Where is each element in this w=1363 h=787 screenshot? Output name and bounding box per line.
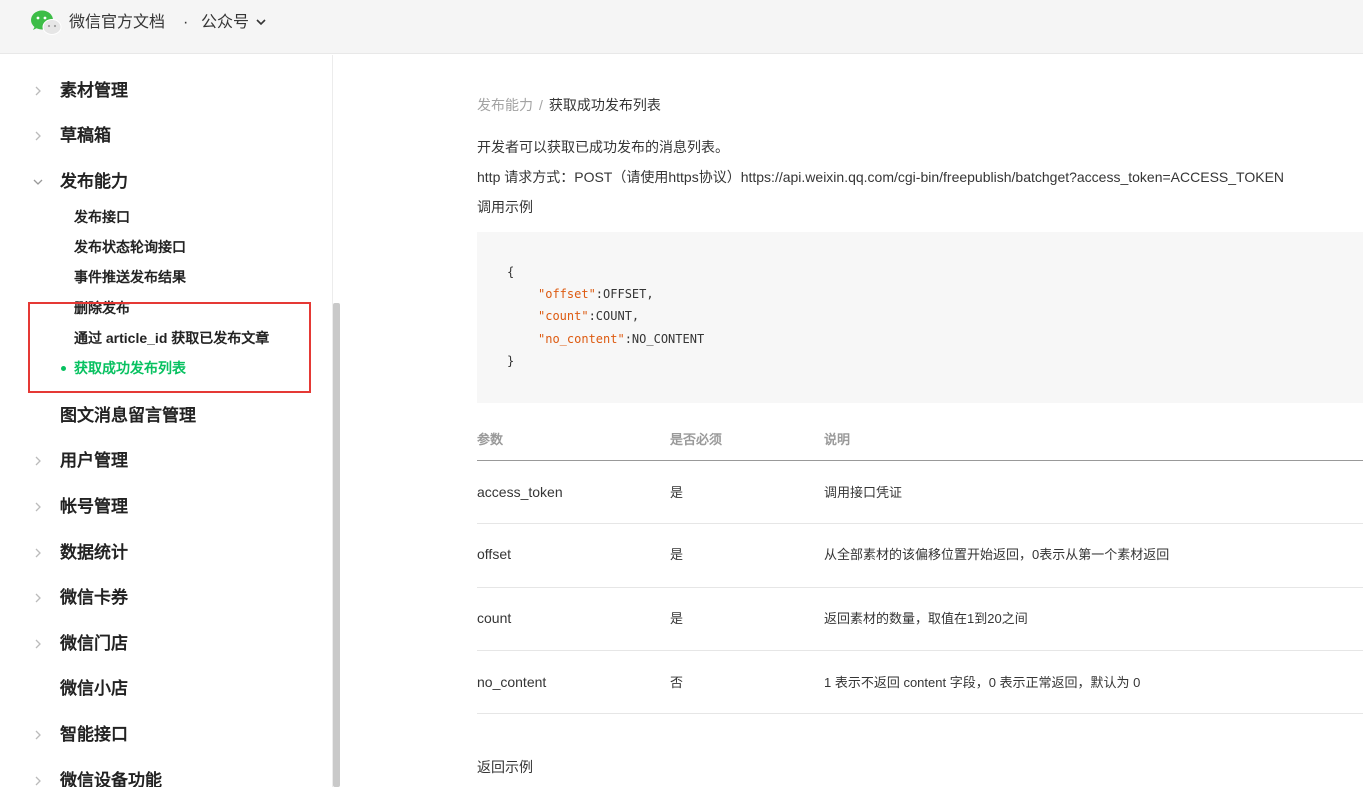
table-cell-param: no_content bbox=[477, 674, 547, 690]
sidebar-item-publish[interactable]: 发布能力 bbox=[0, 167, 320, 197]
breadcrumb: 发布能力 / 获取成功发布列表 bbox=[477, 96, 661, 114]
table-row-divider bbox=[477, 713, 1363, 714]
main-content: 发布能力 / 获取成功发布列表 开发者可以获取已成功发布的消息列表。 http 请求… bbox=[341, 55, 1363, 787]
code-key: "no_content" bbox=[538, 332, 625, 346]
sidebar-item-label: 帐号管理 bbox=[60, 497, 128, 516]
code-value: :NO_CONTENT bbox=[624, 332, 705, 346]
sidebar-item-drafts[interactable]: 草稿箱 bbox=[0, 121, 320, 151]
chevron-right-icon bbox=[35, 86, 41, 96]
sidebar-subitem-batchget[interactable]: 获取成功发布列表 bbox=[74, 358, 186, 378]
call-example-label: 调用示例 bbox=[477, 199, 533, 215]
sidebar-item-cards[interactable]: 微信卡券 bbox=[0, 583, 320, 613]
code-key: "count" bbox=[538, 309, 589, 323]
table-row-divider bbox=[477, 523, 1363, 524]
code-line: "no_content":NO_CONTENT bbox=[538, 331, 704, 347]
sidebar-item-statistics[interactable]: 数据统计 bbox=[0, 538, 320, 568]
active-bullet bbox=[61, 366, 66, 371]
table-cell-required: 否 bbox=[670, 675, 684, 690]
sidebar-subitem-publish-event[interactable]: 事件推送发布结果 bbox=[74, 267, 186, 287]
sidebar-item-label: 数据统计 bbox=[60, 543, 128, 562]
table-cell-required: 是 bbox=[670, 485, 684, 500]
table-cell-required: 是 bbox=[670, 611, 684, 626]
sidebar-item-label: 用户管理 bbox=[60, 451, 128, 470]
sidebar-item-devices[interactable]: 微信设备功能 bbox=[0, 766, 320, 787]
request-code-block: { "offset":OFFSET, "count":COUNT, "no_co… bbox=[477, 232, 1363, 403]
sidebar-item-label: 微信门店 bbox=[60, 634, 128, 653]
sidebar-item-smart-api[interactable]: 智能接口 bbox=[0, 720, 320, 750]
sidebar-subitem-publish-api[interactable]: 发布接口 bbox=[74, 207, 130, 227]
sidebar-item-label: 发布能力 bbox=[60, 172, 128, 191]
chevron-right-icon bbox=[35, 730, 41, 740]
breadcrumb-current: 获取成功发布列表 bbox=[548, 97, 661, 113]
chevron-right-icon bbox=[35, 776, 41, 786]
header-separator: · bbox=[183, 14, 189, 31]
sidebar-item-stores[interactable]: 微信门店 bbox=[0, 629, 320, 659]
brand-title[interactable]: 微信官方文档 bbox=[69, 13, 165, 33]
sidebar-subitem-get-article[interactable]: 通过 article_id 获取已发布文章 bbox=[74, 328, 269, 348]
table-header-desc: 说明 bbox=[824, 432, 851, 447]
sidebar-nav: 素材管理 草稿箱 发布能力 发布接口 发布状态轮询接口 事件推送发布结果 删除发… bbox=[0, 55, 333, 787]
sidebar-item-comments[interactable]: 图文消息留言管理 bbox=[0, 401, 320, 431]
code-brace-close: } bbox=[507, 354, 515, 368]
breadcrumb-parent-link[interactable]: 发布能力 bbox=[477, 97, 533, 113]
code-value: :OFFSET, bbox=[595, 287, 654, 301]
chevron-right-icon bbox=[35, 548, 41, 558]
sidebar-item-label: 素材管理 bbox=[60, 81, 128, 100]
code-brace-open: { bbox=[507, 265, 515, 279]
table-header-required: 是否必须 bbox=[670, 432, 723, 447]
sidebar-item-shop[interactable]: 微信小店 bbox=[0, 674, 320, 704]
wechat-logo-icon[interactable] bbox=[30, 9, 62, 37]
sidebar-item-label: 草稿箱 bbox=[60, 126, 111, 145]
chevron-right-icon bbox=[35, 593, 41, 603]
table-cell-desc: 1 表示不返回 content 字段，0 表示正常返回，默认为 0 bbox=[824, 675, 1141, 690]
table-cell-param: count bbox=[477, 610, 512, 626]
table-row-divider bbox=[477, 587, 1363, 588]
table-cell-param: offset bbox=[477, 546, 511, 562]
code-value: :COUNT, bbox=[588, 309, 640, 323]
chevron-down-icon bbox=[33, 179, 43, 185]
chevron-right-icon bbox=[35, 456, 41, 466]
sidebar-item-label: 微信小店 bbox=[60, 679, 128, 698]
table-cell-required: 是 bbox=[670, 547, 684, 562]
sidebar-item-users[interactable]: 用户管理 bbox=[0, 446, 320, 476]
table-cell-desc: 返回素材的数量，取值在1到20之间 bbox=[824, 611, 1028, 626]
sidebar-item-label: 微信设备功能 bbox=[60, 771, 162, 787]
table-header-divider bbox=[477, 460, 1363, 461]
sidebar-scrollbar[interactable] bbox=[333, 303, 340, 787]
sidebar-item-label: 微信卡券 bbox=[60, 588, 128, 607]
breadcrumb-separator: / bbox=[539, 97, 543, 113]
chevron-right-icon bbox=[35, 639, 41, 649]
table-cell-desc: 从全部素材的该偏移位置开始返回，0表示从第一个素材返回 bbox=[824, 547, 1170, 562]
sidebar-item-account[interactable]: 帐号管理 bbox=[0, 492, 320, 522]
sidebar-item-label: 图文消息留言管理 bbox=[60, 406, 196, 425]
sidebar-item-material[interactable]: 素材管理 bbox=[0, 76, 320, 106]
sidebar-subitem-publish-status[interactable]: 发布状态轮询接口 bbox=[74, 237, 186, 257]
table-row-divider bbox=[477, 650, 1363, 651]
return-example-label: 返回示例 bbox=[477, 759, 533, 775]
intro-text: 开发者可以获取已成功发布的消息列表。 bbox=[477, 139, 729, 155]
table-cell-param: access_token bbox=[477, 484, 563, 500]
sidebar-subitem-delete-publish[interactable]: 删除发布 bbox=[74, 298, 130, 318]
code-line: "offset":OFFSET, bbox=[538, 286, 654, 302]
product-switcher[interactable]: 公众号 bbox=[201, 13, 249, 33]
http-request-line: http 请求方式：POST（请使用https协议）https://api.we… bbox=[477, 169, 1285, 185]
code-line: "count":COUNT, bbox=[538, 308, 639, 324]
table-cell-desc: 调用接口凭证 bbox=[824, 485, 903, 500]
chevron-down-icon[interactable] bbox=[255, 16, 267, 28]
table-header-param: 参数 bbox=[477, 432, 504, 447]
chevron-right-icon bbox=[35, 502, 41, 512]
code-key: "offset" bbox=[538, 287, 596, 301]
sidebar-item-label: 智能接口 bbox=[60, 725, 128, 744]
top-header: 微信官方文档 · 公众号 bbox=[0, 0, 1363, 54]
chevron-right-icon bbox=[35, 131, 41, 141]
